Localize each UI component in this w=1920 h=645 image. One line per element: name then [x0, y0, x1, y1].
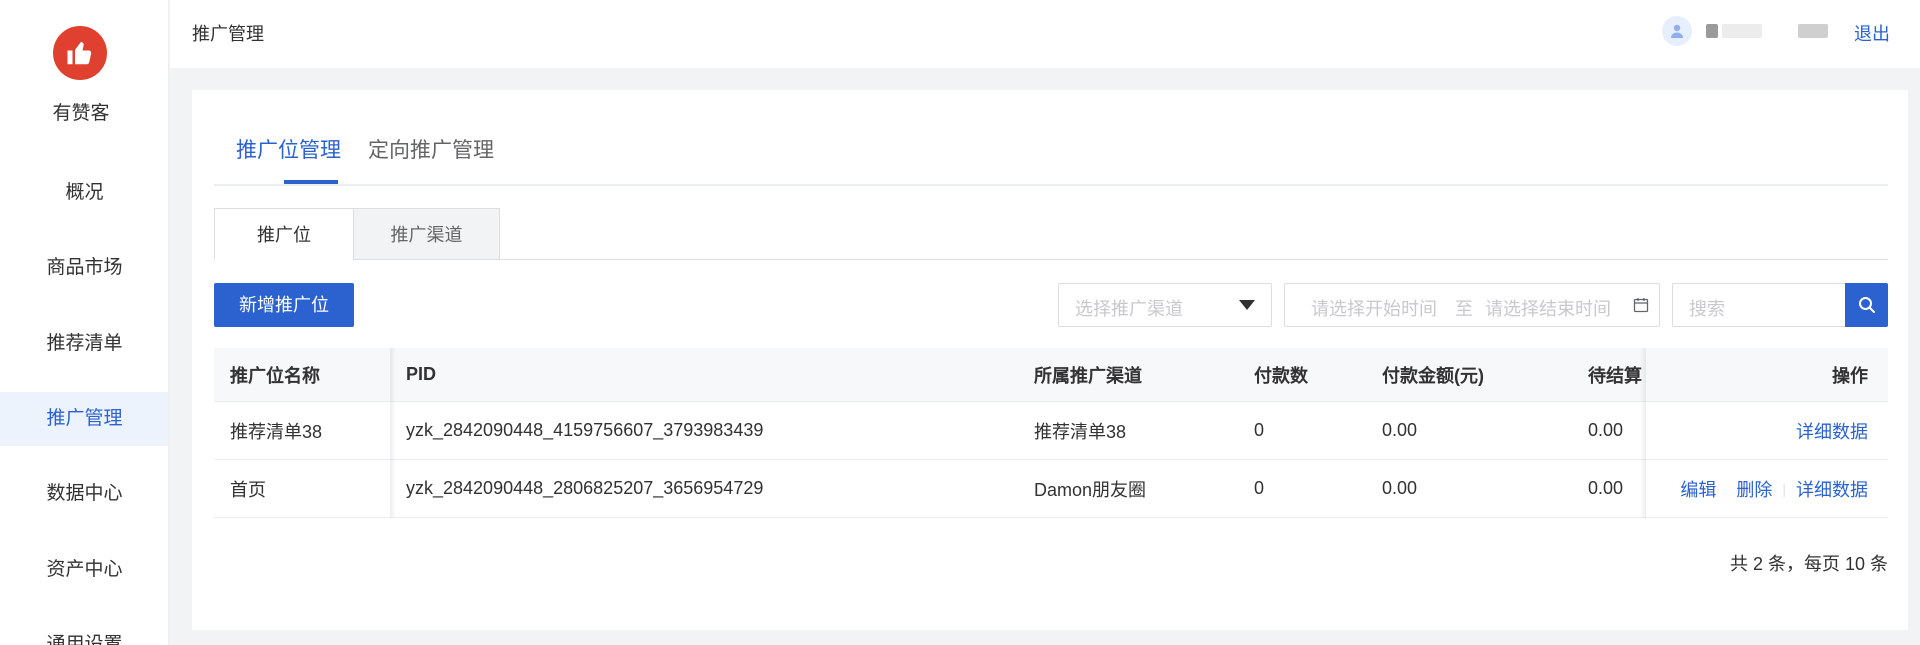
calendar-icon	[1633, 298, 1649, 313]
search-icon	[1858, 297, 1875, 313]
fixed-column-shadow	[390, 348, 396, 518]
header-pay-count: 付款数	[1254, 365, 1308, 386]
cell-pending: 0.00	[1588, 478, 1624, 498]
detail-data-link[interactable]: 详细数据	[1796, 476, 1868, 502]
delete-link[interactable]: 删除	[1736, 476, 1772, 502]
search-button[interactable]	[1845, 283, 1888, 327]
table-header: 推广位名称 PID 所属推广渠道 付款数 付款金额(元) 待结算	[214, 348, 1888, 402]
sidebar-item-recommend-list[interactable]: 推荐清单	[0, 317, 168, 371]
divider: |	[1782, 480, 1786, 497]
logout-link[interactable]: 退出	[1854, 20, 1890, 46]
subtab-promotion-channel[interactable]: 推广渠道	[353, 208, 500, 260]
user-icon	[1671, 24, 1683, 38]
cell-pay-amount: 0.00	[1382, 420, 1418, 440]
table-row: 首页 yzk_2842090448_2806825207_3656954729 …	[214, 460, 1888, 518]
table-row: 推荐清单38 yzk_2842090448_4159756607_3793983…	[214, 402, 1888, 460]
header-op-cell: 操作	[1646, 348, 1888, 402]
sub-tabs: 推广位 推广渠道	[214, 208, 1888, 260]
tab-promotion-slot-management[interactable]: 推广位管理	[236, 134, 341, 164]
edit-link[interactable]: 编辑	[1680, 476, 1716, 502]
date-range-picker[interactable]: 请选择开始时间 至 请选择结束时间	[1284, 283, 1660, 327]
op-cell-row-2: 编辑 删除 | 详细数据	[1646, 460, 1888, 518]
channel-select[interactable]: 选择推广渠道	[1058, 283, 1272, 327]
add-promotion-slot-button[interactable]: 新增推广位	[214, 283, 354, 327]
op-cell-row-1: 详细数据	[1646, 402, 1888, 460]
username-redacted	[1706, 24, 1718, 38]
caret-down-icon	[1239, 300, 1255, 310]
shop-name-redacted	[1798, 24, 1828, 38]
pagination-summary: 共 2 条，每页 10 条	[1729, 554, 1888, 574]
top-bar: 推广管理 退出	[170, 0, 1920, 68]
page-title: 推广管理	[192, 24, 264, 44]
brand-name: 有赞客	[52, 103, 110, 124]
cell-name: 推荐清单38	[230, 421, 323, 442]
brand-logo[interactable]	[53, 26, 107, 80]
tab-targeted-promotion-management[interactable]: 定向推广管理	[368, 134, 494, 164]
date-start-input[interactable]: 请选择开始时间	[1311, 295, 1437, 321]
date-end-input[interactable]: 请选择结束时间	[1485, 295, 1611, 321]
sidebar-item-data-center[interactable]: 数据中心	[0, 467, 168, 521]
search-placeholder: 搜索	[1689, 299, 1725, 319]
cell-pay-count: 0	[1254, 420, 1265, 440]
main-card: 推广位管理 定向推广管理 推广位 推广渠道 新增推广位 选择推广渠道 请选择开始…	[192, 90, 1908, 630]
detail-data-link[interactable]: 详细数据	[1796, 418, 1868, 444]
sidebar: 有赞客 概况 商品市场 推荐清单 推广管理 数据中心 资产中心 通用设置	[0, 0, 169, 645]
sidebar-item-product-market[interactable]: 商品市场	[0, 241, 168, 295]
cell-name: 首页	[230, 479, 266, 500]
header-name: 推广位名称	[230, 365, 320, 386]
header-pid: PID	[406, 364, 437, 384]
sidebar-item-overview[interactable]: 概况	[0, 166, 168, 220]
cell-channel: Damon朋友圈	[1034, 479, 1147, 500]
header-pay-amount: 付款金额(元)	[1382, 365, 1484, 386]
thumbs-up-icon	[67, 41, 92, 65]
operation-column: 操作 详细数据 编辑 删除 | 详细数据	[1646, 348, 1888, 518]
channel-select-placeholder: 选择推广渠道	[1075, 299, 1183, 319]
header-pending: 待结算	[1588, 365, 1642, 386]
header-op: 操作	[1832, 365, 1868, 386]
cell-pid: yzk_2842090448_2806825207_3656954729	[406, 478, 764, 498]
cell-pending: 0.00	[1588, 420, 1624, 440]
date-range-separator: 至	[1455, 299, 1473, 319]
sidebar-item-asset-center[interactable]: 资产中心	[0, 543, 168, 597]
cell-pay-amount: 0.00	[1382, 478, 1418, 498]
username-redacted	[1722, 24, 1762, 38]
sidebar-item-promotion-management[interactable]: 推广管理	[0, 392, 168, 446]
header-channel: 所属推广渠道	[1034, 365, 1142, 386]
active-tab-indicator	[284, 180, 338, 184]
subtab-promotion-slot[interactable]: 推广位	[214, 208, 354, 260]
cell-pid: yzk_2842090448_4159756607_3793983439	[406, 420, 764, 440]
cell-channel: 推荐清单38	[1034, 421, 1127, 442]
main-tabs: 推广位管理 定向推广管理	[214, 90, 1888, 186]
sidebar-item-general-settings[interactable]: 通用设置	[0, 618, 168, 645]
avatar[interactable]	[1662, 16, 1692, 46]
cell-pay-count: 0	[1254, 478, 1265, 498]
